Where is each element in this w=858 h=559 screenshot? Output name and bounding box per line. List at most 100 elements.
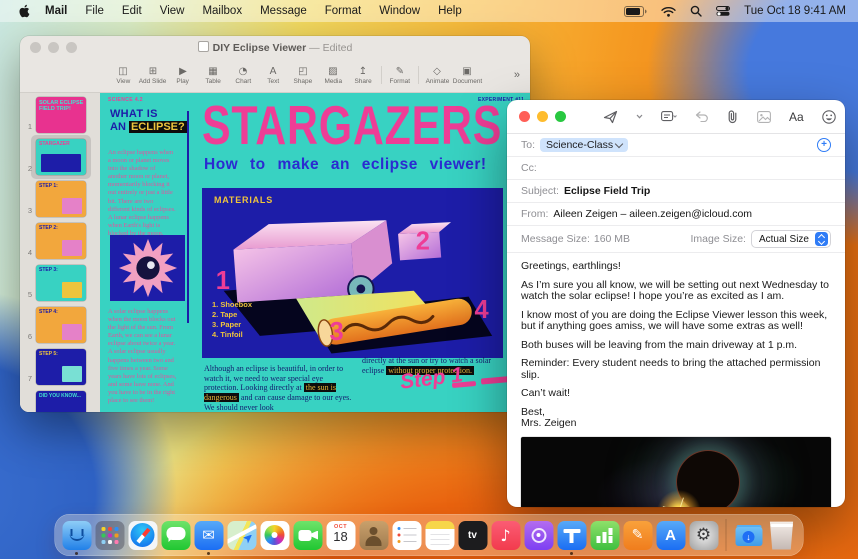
mail-zoom-button[interactable]: [555, 111, 566, 122]
menu-view[interactable]: View: [151, 5, 194, 17]
toolbar-format-button[interactable]: ✎ Format: [385, 66, 415, 85]
dock-pages[interactable]: ✎: [623, 515, 653, 555]
to-field[interactable]: To: Science-Class +: [507, 133, 845, 156]
paperclip-icon: [728, 109, 737, 123]
undo-button[interactable]: [686, 105, 718, 129]
menu-format[interactable]: Format: [316, 5, 370, 17]
subject-field[interactable]: Subject: Eclipse Field Trip: [507, 179, 845, 202]
dock-facetime[interactable]: [293, 515, 323, 555]
system-settings-icon: ⚙: [689, 520, 718, 550]
eclipse-attachment-image[interactable]: [521, 436, 831, 507]
apple-menu[interactable]: [12, 4, 36, 18]
toolbar-chart-button[interactable]: ◔ Chart: [228, 66, 258, 85]
dock-keynote[interactable]: [557, 515, 587, 555]
wifi-icon[interactable]: [661, 6, 676, 17]
format-button[interactable]: Aa: [780, 105, 813, 129]
toolbar-play-button[interactable]: ▶ Play: [168, 66, 198, 85]
from-field[interactable]: From: Aileen Zeigen – aileen.zeigen@iclo…: [507, 202, 845, 225]
dock-calendar[interactable]: OCT 18: [326, 515, 356, 555]
toolbar-overflow-button[interactable]: »: [514, 69, 520, 81]
recipient-token[interactable]: Science-Class: [540, 138, 629, 152]
add-recipient-button[interactable]: +: [817, 138, 831, 152]
slide-thumbnail-3[interactable]: 3 STEP 1:: [20, 181, 100, 217]
toolbar-animate-button[interactable]: ◇ Animate: [422, 66, 452, 85]
dock-tv[interactable]: tv: [458, 515, 488, 555]
battery-icon[interactable]: [624, 5, 647, 17]
running-indicator: [207, 552, 210, 555]
dock-mail[interactable]: ✉: [194, 515, 224, 555]
toolbar-text-button[interactable]: A Text: [258, 66, 288, 85]
toolbar-document-button[interactable]: ▣ Document: [452, 66, 482, 85]
toolbar-view-button[interactable]: ◫ View: [108, 66, 138, 85]
dock-trash[interactable]: [767, 515, 797, 555]
emoji-button[interactable]: [813, 105, 845, 129]
music-icon: ♪: [491, 520, 520, 550]
slide-thumbnail-8[interactable]: 8 DID YOU KNOW...: [20, 391, 100, 412]
send-options-chevron[interactable]: [627, 105, 652, 129]
launchpad-icon: [95, 520, 124, 550]
attach-button[interactable]: [718, 105, 748, 129]
dock-photos[interactable]: [260, 515, 290, 555]
signature-line: Mrs. Zeigen: [521, 417, 577, 429]
slide-thumbnail-7[interactable]: 7 STEP 5:: [20, 349, 100, 385]
header-fields-button[interactable]: [652, 105, 686, 129]
dock-numbers[interactable]: [590, 515, 620, 555]
dock-system-settings[interactable]: ⚙: [689, 515, 719, 555]
app-store-icon: A: [656, 520, 685, 550]
dock-music[interactable]: ♪: [491, 515, 521, 555]
menu-message[interactable]: Message: [251, 5, 316, 17]
eclipse-paragraph-1: An eclipse happens when a moon or planet…: [108, 149, 176, 237]
dock-launchpad[interactable]: [95, 515, 125, 555]
menu-mailbox[interactable]: Mailbox: [193, 5, 251, 17]
image-size-label: Image Size:: [690, 233, 746, 245]
dock-finder[interactable]: [62, 515, 92, 555]
mail-minimize-button[interactable]: [537, 111, 548, 122]
send-button[interactable]: [594, 105, 627, 129]
menu-edit[interactable]: Edit: [113, 5, 151, 17]
podcasts-icon: [524, 520, 553, 550]
toolbar-table-button[interactable]: ▦ Table: [198, 66, 228, 85]
menu-window[interactable]: Window: [370, 5, 429, 17]
slide-thumbnail-2-selected[interactable]: 2 STARGAZER: [20, 135, 100, 179]
slide-thumbnail-1[interactable]: 1 SOLAR ECLIPSE FIELD TRIP!: [20, 97, 100, 133]
from-value: Aileen Zeigen – aileen.zeigen@icloud.com: [553, 208, 753, 220]
dock-reminders[interactable]: [392, 515, 422, 555]
dock-podcasts[interactable]: [524, 515, 554, 555]
dock-divider: [725, 519, 727, 551]
toolbar-media-button[interactable]: ▨ Media: [318, 66, 348, 85]
toolbar-share-button[interactable]: ↥ Share: [348, 66, 378, 85]
slide-thumbnail-5[interactable]: 5 STEP 3:: [20, 265, 100, 301]
image-size-select[interactable]: Actual Size: [750, 230, 831, 248]
menu-mail[interactable]: Mail: [36, 5, 76, 17]
toolbar-separator: [418, 66, 419, 84]
dock-contacts[interactable]: [359, 515, 389, 555]
dock-app-store[interactable]: A: [656, 515, 686, 555]
dock-maps[interactable]: [227, 515, 257, 555]
cc-field[interactable]: Cc:: [507, 156, 845, 179]
control-center-icon[interactable]: [716, 6, 731, 16]
mail-close-button[interactable]: [519, 111, 530, 122]
toolbar-add-slide-button[interactable]: ⊞ Add Slide: [138, 66, 168, 85]
menu-clock[interactable]: Tue Oct 18 9:41 AM: [744, 5, 846, 17]
dock-safari[interactable]: [128, 515, 158, 555]
material-item: 2. Tape: [212, 310, 238, 319]
toolbar-separator: [381, 66, 382, 84]
slide-thumbnail-4[interactable]: 4 STEP 2:: [20, 223, 100, 259]
dock-downloads[interactable]: ↓: [734, 515, 764, 555]
toolbar-shape-button[interactable]: ◰ Shape: [288, 66, 318, 85]
cc-label: Cc:: [521, 162, 537, 174]
keynote-window: DIY Eclipse Viewer — Edited ◫ View ⊞ Add S…: [20, 36, 530, 412]
menu-file[interactable]: File: [76, 5, 113, 17]
dock-notes[interactable]: [425, 515, 455, 555]
chart-icon: ◔: [238, 65, 248, 77]
dock-messages[interactable]: [161, 515, 191, 555]
spotlight-search-icon[interactable]: [690, 5, 702, 17]
message-body-editor[interactable]: Greetings, earthlings! As I’m sure you a…: [507, 252, 845, 430]
svg-text:1: 1: [216, 267, 230, 295]
slide-thumbnail-6[interactable]: 6 STEP 4:: [20, 307, 100, 343]
menu-help[interactable]: Help: [429, 5, 471, 17]
insert-photo-button[interactable]: [748, 105, 780, 129]
token-chevron-icon: [614, 139, 624, 148]
mail-compose-window: Aa » To: Science-Class + Cc: Subject: Ec…: [507, 100, 845, 507]
slide-canvas[interactable]: SCIENCE 4.2 EXPERIMENT #11 WHAT IS AN EC…: [100, 93, 530, 412]
